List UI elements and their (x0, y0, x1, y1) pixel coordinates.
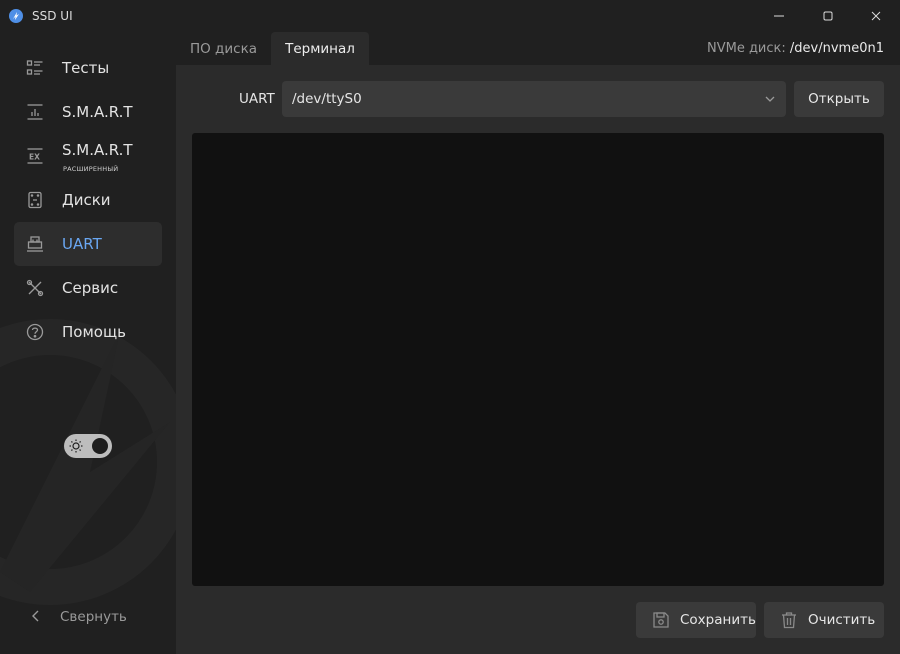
sidebar-item-label: Сервис (62, 279, 119, 297)
sidebar-item-tests[interactable]: Тесты (14, 46, 162, 90)
open-button[interactable]: Открыть (794, 81, 884, 117)
sidebar-item-label: Помощь (62, 323, 126, 341)
disk-path: /dev/nvme0n1 (789, 41, 884, 56)
save-icon (653, 612, 669, 628)
collapse-label: Свернуть (60, 609, 127, 625)
title-bar: SSD UI (0, 0, 900, 32)
sidebar-item-label: UART (62, 235, 102, 253)
sidebar-item-sublabel: РАСШИРЕННЫЙ (63, 165, 119, 173)
svg-text:EX: EX (29, 153, 40, 162)
minimize-button[interactable] (756, 0, 802, 32)
close-icon (871, 11, 881, 21)
tab-terminal[interactable]: Терминал (271, 32, 369, 65)
terminal-panel: UART /dev/ttyS0 Открыть Сохранить Очисти… (176, 65, 900, 654)
close-button[interactable] (853, 0, 899, 32)
disk-icon (28, 191, 42, 209)
disk-info: NVMe диск: /dev/nvme0n1 (707, 41, 884, 56)
toggle-knob (92, 438, 108, 454)
sidebar-item-label: S.M.A.R.T (62, 141, 133, 159)
chevron-left-icon (32, 610, 39, 622)
clear-label: Очистить (808, 612, 876, 628)
extended-smart-icon: EX (27, 148, 43, 164)
sidebar-item-label: S.M.A.R.T (62, 103, 133, 121)
trash-icon (782, 612, 796, 629)
minimize-icon (774, 15, 784, 17)
maximize-button[interactable] (805, 0, 851, 32)
uart-label: UART (239, 91, 275, 107)
save-label: Сохранить (680, 612, 756, 628)
clear-button[interactable]: Очистить (764, 602, 884, 638)
sidebar-item-service[interactable]: Сервис (14, 266, 162, 310)
sidebar-item-label: Тесты (62, 59, 110, 77)
save-button[interactable]: Сохранить (636, 602, 756, 638)
app-logo-icon (9, 9, 23, 23)
terminal-output[interactable] (192, 133, 884, 586)
sidebar-item-smart-extended[interactable]: EX S.M.A.R.T РАСШИРЕННЫЙ (14, 134, 162, 178)
chevron-down-icon (765, 96, 775, 102)
sidebar-item-help[interactable]: Помощь (14, 310, 162, 354)
tab-bar: ПО диска Терминал NVMe диск: /dev/nvme0n… (176, 32, 900, 65)
tools-icon (26, 279, 44, 297)
tests-list-icon (26, 60, 43, 75)
maximize-icon (823, 11, 833, 21)
disk-label: NVMe диск: (706, 41, 786, 56)
port-select[interactable]: /dev/ttyS0 (282, 81, 786, 117)
sun-icon (69, 439, 83, 453)
sidebar-item-disks[interactable]: Диски (14, 178, 162, 222)
theme-toggle[interactable] (64, 434, 112, 458)
uart-connector-icon (27, 236, 43, 252)
tab-firmware[interactable]: ПО диска (176, 32, 271, 65)
sidebar: Тесты S.M.A.R.T EX S.M.A.R.T РАСШИРЕННЫЙ… (0, 32, 176, 654)
sidebar-item-uart[interactable]: UART (14, 222, 162, 266)
window-title: SSD UI (32, 9, 73, 23)
port-select-value: /dev/ttyS0 (292, 91, 362, 107)
sidebar-item-smart[interactable]: S.M.A.R.T (14, 90, 162, 134)
chart-icon (27, 104, 43, 120)
sidebar-item-label: Диски (62, 191, 111, 209)
help-icon (26, 323, 44, 341)
collapse-sidebar-button[interactable]: Свернуть (28, 608, 127, 625)
